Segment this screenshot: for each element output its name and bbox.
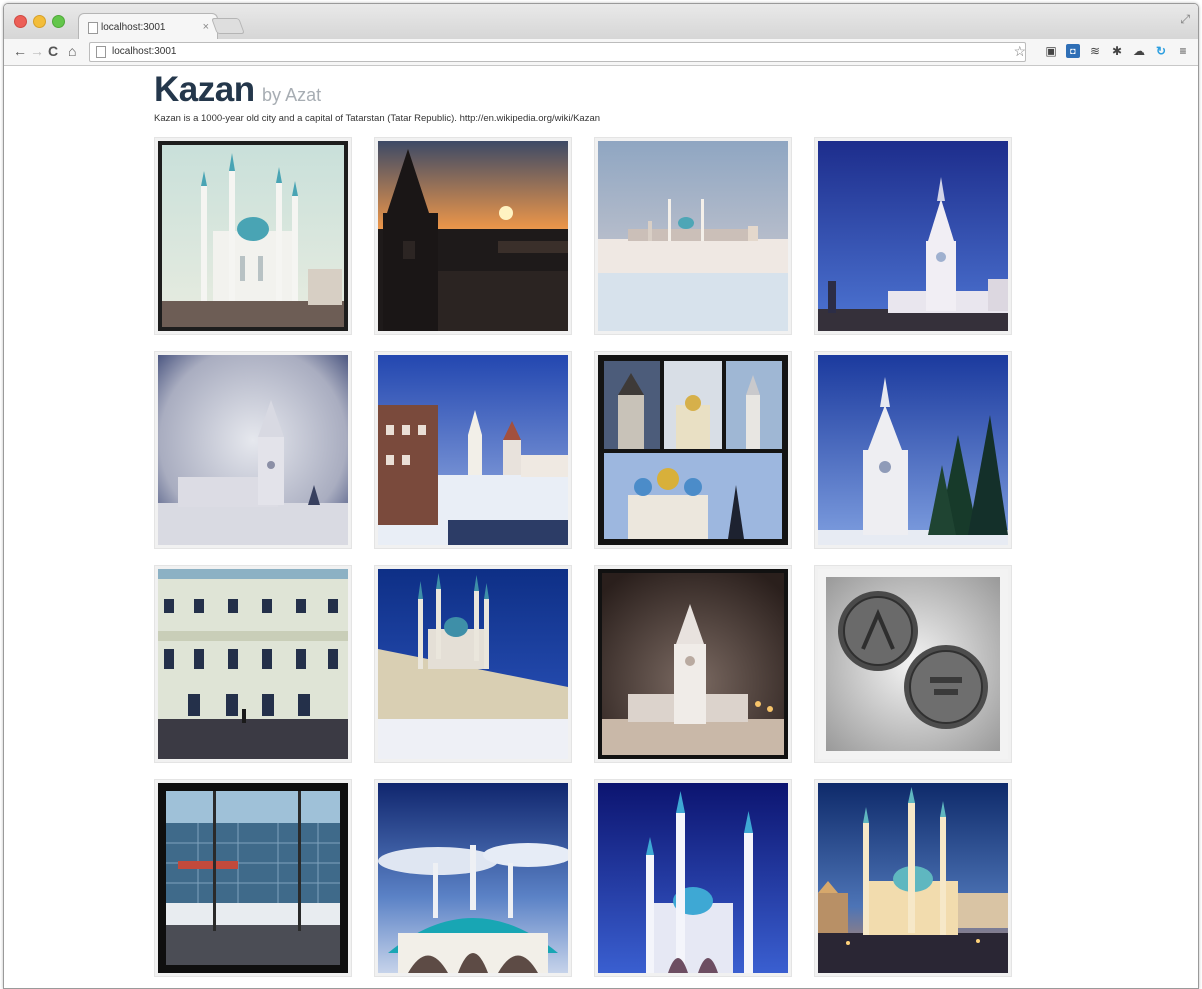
page-description[interactable]: Kazan is a 1000-year old city and a capi… — [154, 113, 600, 124]
photo-tower-sunset — [378, 141, 568, 331]
photo-tile[interactable] — [814, 565, 1012, 763]
page-title: Kazan — [154, 70, 255, 109]
gear-icon[interactable]: ✱ — [1110, 44, 1124, 58]
address-bar[interactable]: localhost:3001 ☆ — [89, 42, 1026, 62]
forward-button[interactable]: → — [30, 43, 44, 59]
home-button[interactable]: ⌂ — [68, 43, 76, 59]
photo-tile[interactable] — [154, 779, 352, 977]
photo-kul-sharif-night — [598, 783, 788, 973]
page-icon — [96, 46, 106, 58]
address-url[interactable]: localhost:3001 — [112, 46, 177, 57]
photo-coins — [818, 569, 1008, 759]
zoom-window-button[interactable] — [52, 15, 65, 28]
photo-tile[interactable] — [814, 779, 1012, 977]
tab-title: localhost:3001 — [101, 22, 166, 33]
photo-university-facade — [158, 569, 348, 759]
page-icon — [88, 22, 98, 34]
photo-churches-collage — [598, 355, 788, 545]
photo-tile[interactable] — [814, 137, 1012, 335]
extension-icons: ▣ ◘ ≋ ✱ ☁ ↻ ≡ — [1044, 44, 1190, 58]
close-window-button[interactable] — [14, 15, 27, 28]
photo-tile[interactable] — [594, 137, 792, 335]
photo-glass-building — [158, 783, 348, 973]
pocket-icon[interactable]: ◘ — [1066, 44, 1080, 58]
photo-kremlin-wall — [378, 569, 568, 759]
photo-kremlin-river — [598, 141, 788, 331]
photo-spasskaya-blue — [818, 141, 1008, 331]
back-button[interactable]: ← — [13, 43, 27, 59]
photo-kremlin-buildings — [378, 355, 568, 545]
photo-tile[interactable] — [594, 779, 792, 977]
photo-teal-dome — [378, 783, 568, 973]
tab-strip: localhost:3001 × ⤢ — [4, 4, 1198, 40]
browser-toolbar: ← → C ⌂ localhost:3001 ☆ ▣ ◘ ≋ ✱ ☁ ↻ ≡ — [4, 39, 1198, 66]
photo-tile[interactable] — [814, 351, 1012, 549]
photo-kul-sharif-dusk — [818, 783, 1008, 973]
photo-spasskaya-night — [598, 569, 788, 759]
page-heading: Kazan by Azat — [154, 70, 321, 110]
new-tab-button[interactable] — [211, 18, 245, 34]
browser-window: localhost:3001 × ⤢ ← → C ⌂ localhost:300… — [3, 3, 1199, 989]
photo-tile[interactable] — [154, 137, 352, 335]
photo-spasskaya-haze — [158, 355, 348, 545]
layers-icon[interactable]: ≋ — [1088, 44, 1102, 58]
photo-tile[interactable] — [594, 565, 792, 763]
photo-tile[interactable] — [154, 565, 352, 763]
photo-tile[interactable] — [594, 351, 792, 549]
reload-button[interactable]: C — [48, 43, 58, 59]
page-subtitle: by Azat — [262, 85, 322, 105]
reader-icon[interactable]: ▣ — [1044, 44, 1058, 58]
bookmark-star-icon[interactable]: ☆ — [1013, 43, 1026, 60]
photo-tile[interactable] — [154, 351, 352, 549]
menu-icon[interactable]: ≡ — [1176, 44, 1190, 58]
window-controls — [14, 15, 65, 28]
photo-tile[interactable] — [374, 137, 572, 335]
fullscreen-icon[interactable]: ⤢ — [1180, 12, 1190, 27]
sync-icon[interactable]: ↻ — [1154, 44, 1168, 58]
cloud-icon[interactable]: ☁ — [1132, 44, 1146, 58]
photo-tile[interactable] — [374, 351, 572, 549]
minimize-window-button[interactable] — [33, 15, 46, 28]
tab-localhost[interactable]: localhost:3001 × — [78, 13, 218, 40]
photo-spasskaya-firs — [818, 355, 1008, 545]
photo-kul-sharif-pale — [158, 141, 348, 331]
photo-tile[interactable] — [374, 565, 572, 763]
photo-grid — [154, 137, 1020, 988]
close-tab-icon[interactable]: × — [203, 21, 209, 33]
photo-tile[interactable] — [374, 779, 572, 977]
page-content: Kazan by Azat Kazan is a 1000-year old c… — [4, 66, 1198, 988]
